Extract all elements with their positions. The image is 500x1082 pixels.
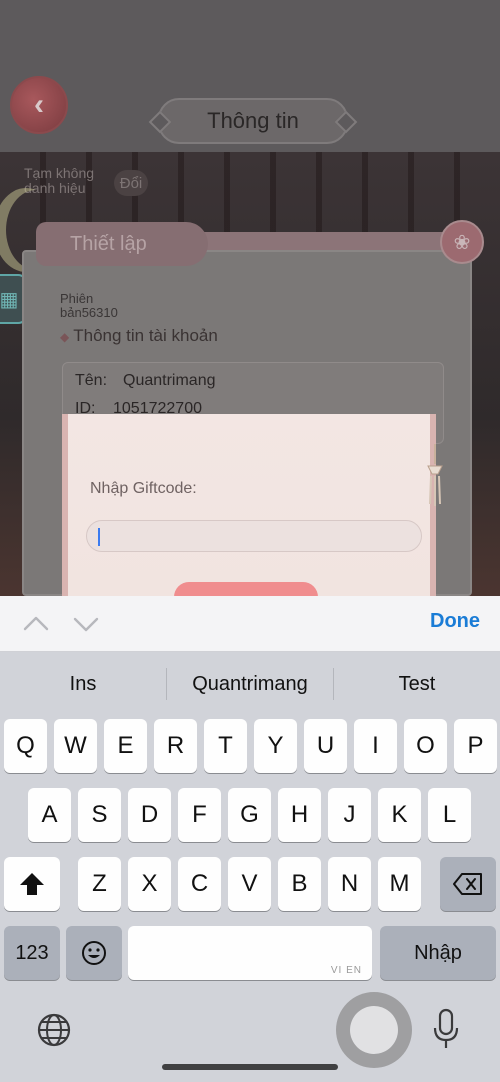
panel-close-button[interactable]: ❀ <box>440 220 484 264</box>
numbers-key[interactable]: 123 <box>4 926 60 980</box>
keyboard-accessory-bar: Done <box>0 596 500 652</box>
key-v[interactable]: V <box>228 857 271 911</box>
flower-close-icon: ❀ <box>453 231 471 254</box>
account-name-row: Tên: Quantrimang <box>75 372 216 390</box>
backspace-icon <box>453 873 482 895</box>
return-key[interactable]: Nhập <box>380 926 496 980</box>
keyboard: Ins Quantrimang Test Q W E R T Y U I O P… <box>0 652 500 1082</box>
text-caret <box>98 528 100 546</box>
chevron-down-icon[interactable] <box>72 610 100 638</box>
backspace-key[interactable] <box>440 857 496 911</box>
key-b[interactable]: B <box>278 857 321 911</box>
suggestion-1[interactable]: Ins <box>0 662 166 706</box>
suggestion-3[interactable]: Test <box>334 662 500 706</box>
emoji-key[interactable] <box>66 926 122 980</box>
tab-settings[interactable]: Thiết lập <box>36 222 208 266</box>
panel-header-strip <box>176 232 460 252</box>
giftcode-input[interactable] <box>86 520 422 552</box>
key-h[interactable]: H <box>278 788 321 842</box>
key-y[interactable]: Y <box>254 719 297 773</box>
done-button[interactable]: Done <box>430 610 480 633</box>
assistive-touch-button[interactable] <box>336 992 412 1068</box>
emoji-icon <box>82 941 106 965</box>
key-l[interactable]: L <box>428 788 471 842</box>
key-u[interactable]: U <box>304 719 347 773</box>
home-indicator <box>162 1064 338 1070</box>
page-title: Thông tin <box>158 98 348 144</box>
key-w[interactable]: W <box>54 719 97 773</box>
language-indicator: VI EN <box>330 965 362 976</box>
key-o[interactable]: O <box>404 719 447 773</box>
key-d[interactable]: D <box>128 788 171 842</box>
key-m[interactable]: M <box>378 857 421 911</box>
key-j[interactable]: J <box>328 788 371 842</box>
microphone-icon[interactable] <box>432 1008 460 1050</box>
version-text: Phiên bản56310 <box>60 291 118 320</box>
suggestion-2[interactable]: Quantrimang <box>167 662 333 706</box>
key-t[interactable]: T <box>204 719 247 773</box>
key-g[interactable]: G <box>228 788 271 842</box>
giftcode-dialog <box>62 414 436 596</box>
key-a[interactable]: A <box>28 788 71 842</box>
globe-icon[interactable] <box>34 1010 74 1050</box>
chevron-up-icon[interactable] <box>22 610 50 638</box>
key-p[interactable]: P <box>454 719 497 773</box>
key-r[interactable]: R <box>154 719 197 773</box>
key-z[interactable]: Z <box>78 857 121 911</box>
space-key[interactable]: VI EN <box>128 926 372 980</box>
name-value: Quantrimang <box>123 372 216 389</box>
account-section-title: ◆ Thông tin tài khoản <box>60 326 218 345</box>
giftcode-label: Nhập Giftcode: <box>90 480 197 497</box>
key-x[interactable]: X <box>128 857 171 911</box>
diamond-bullet-icon: ◆ <box>60 330 70 344</box>
key-i[interactable]: I <box>354 719 397 773</box>
back-button[interactable]: ‹ <box>10 76 68 134</box>
change-title-button[interactable]: Đổi <box>114 170 148 196</box>
key-s[interactable]: S <box>78 788 121 842</box>
tassel-ornament <box>427 444 443 506</box>
key-q[interactable]: Q <box>4 719 47 773</box>
grid-icon: ▦ <box>0 288 19 311</box>
key-f[interactable]: F <box>178 788 221 842</box>
name-label: Tên: <box>75 372 108 389</box>
key-e[interactable]: E <box>104 719 147 773</box>
key-k[interactable]: K <box>378 788 421 842</box>
shift-icon <box>20 873 44 895</box>
shift-key[interactable] <box>4 857 60 911</box>
key-n[interactable]: N <box>328 857 371 911</box>
chevron-left-icon: ‹ <box>34 88 44 121</box>
key-c[interactable]: C <box>178 857 221 911</box>
